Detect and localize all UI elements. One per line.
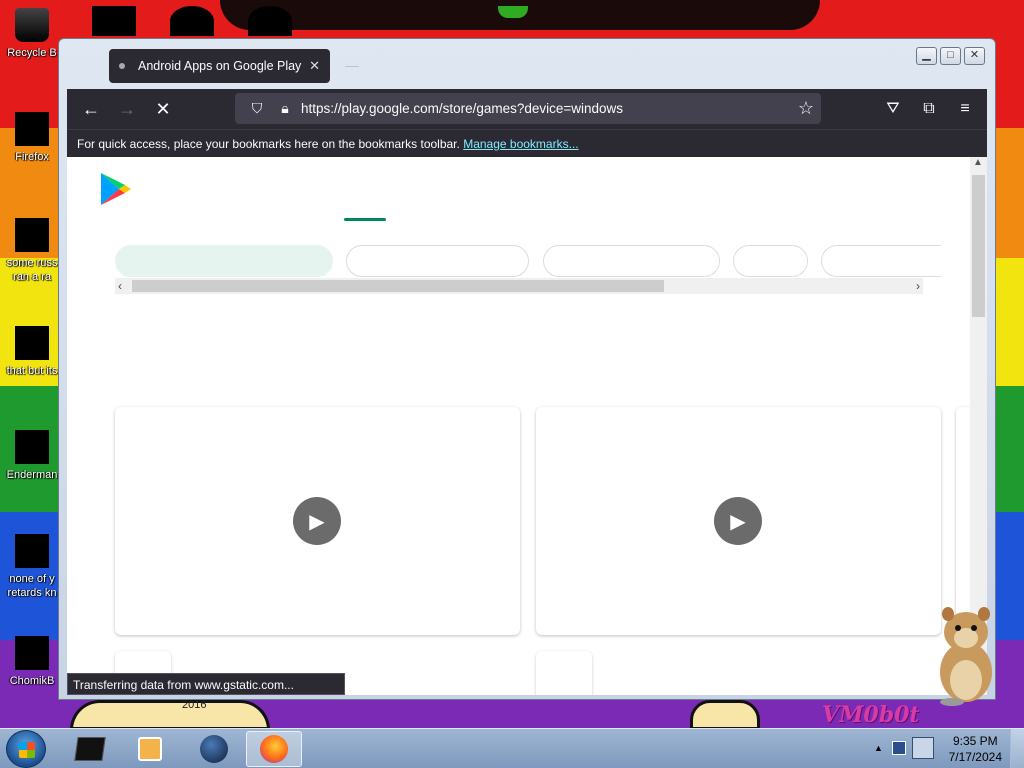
desktop-icon-label: Recycle B — [7, 47, 57, 59]
file-icon — [15, 218, 49, 252]
navigation-toolbar: ← → ✕ ⛉ 🔒︎ https://play.google.com/store… — [67, 89, 987, 129]
manage-bookmarks-link[interactable]: Manage bookmarks... — [463, 137, 578, 151]
lock-icon[interactable]: 🔒︎ — [271, 100, 299, 117]
forward-button[interactable]: → — [109, 93, 145, 125]
new-tab-button[interactable]: — — [345, 57, 359, 73]
scrollbar-thumb[interactable] — [972, 175, 985, 317]
clock-time: 9:35 PM — [952, 734, 998, 748]
category-chip[interactable] — [115, 245, 333, 277]
start-button[interactable] — [6, 730, 46, 768]
clock[interactable]: 9:35 PM 7/17/2024 — [949, 733, 1002, 765]
desktop-icon-label-line2: ran a ra — [13, 271, 51, 283]
wallpaper-watermark: VM0b0t — [822, 702, 920, 728]
firefox-icon — [260, 735, 288, 763]
back-button[interactable]: ← — [73, 93, 109, 125]
page-content: ‹ › ▶ ▶ — [67, 157, 970, 695]
scroll-up-icon[interactable]: ▲ — [973, 157, 983, 168]
tray-app-icon[interactable] — [912, 737, 934, 759]
pocket-icon[interactable]: ⛛ — [875, 93, 911, 125]
desktop-icon-label: Enderman — [6, 469, 58, 481]
toolbar-right: ⛛ ⧉ ≡ — [875, 93, 983, 125]
taskbar: ▲ 9:35 PM 7/17/2024 — [0, 728, 1024, 768]
wallpaper-doodle — [70, 700, 270, 730]
play-video-icon[interactable]: ▶ — [293, 497, 341, 545]
wallpaper-year: 2016 — [182, 699, 207, 711]
video-card-partial[interactable] — [956, 407, 970, 635]
horizontal-scrollbar[interactable]: ‹ › — [115, 278, 923, 294]
bookmark-star-icon[interactable]: ☆ — [791, 98, 821, 119]
bookmarks-hint: For quick access, place your bookmarks h… — [77, 137, 460, 151]
show-desktop-button[interactable] — [1010, 729, 1024, 768]
file-icon — [15, 636, 49, 670]
taskbar-item-firefox[interactable] — [246, 731, 302, 767]
extensions-icon[interactable]: ⧉ — [911, 93, 947, 125]
desktop-icon-that-but-its[interactable]: that but its — [2, 326, 62, 378]
desktop-icon-chomik[interactable]: ChomikB — [2, 636, 62, 688]
category-chip[interactable] — [543, 245, 720, 277]
scroll-right-icon[interactable]: › — [916, 278, 920, 294]
desktop-icon-enderman[interactable]: Enderman — [2, 430, 62, 482]
url-text[interactable]: https://play.google.com/store/games?devi… — [299, 101, 791, 116]
desktop-icon-none-of-y[interactable]: none of y retards kn — [2, 534, 62, 600]
tab-close-icon[interactable]: ✕ — [309, 58, 320, 74]
maximize-button[interactable]: □ — [940, 47, 961, 65]
desktop-icon-label: Firefox — [15, 151, 49, 163]
wallpaper-green-shape — [498, 6, 528, 18]
media-player-icon — [138, 737, 162, 761]
taskbar-item-globe[interactable] — [186, 731, 242, 767]
window-controls: ▁ □ ✕ — [916, 47, 985, 65]
browser-tab[interactable]: Android Apps on Google Play ✕ — [109, 49, 330, 83]
file-icon — [15, 326, 49, 360]
status-bar: Transferring data from www.gstatic.com..… — [67, 673, 345, 695]
desktop-icon-partial[interactable] — [92, 6, 136, 36]
firefox-icon — [15, 112, 49, 146]
desktop-icon-label: none of y — [9, 573, 55, 585]
category-chip[interactable] — [821, 245, 941, 277]
tab-title: Android Apps on Google Play — [138, 59, 302, 73]
close-button[interactable]: ✕ — [964, 47, 985, 65]
category-chip[interactable] — [733, 245, 808, 277]
stop-button[interactable]: ✕ — [145, 93, 181, 125]
desktop-icon-firefox[interactable]: Firefox — [2, 112, 62, 164]
tab-favicon-icon — [119, 63, 125, 69]
recycle-bin-icon — [15, 8, 49, 42]
system-tray: ▲ 9:35 PM 7/17/2024 — [864, 729, 1024, 768]
desktop-icon-partial[interactable] — [248, 6, 292, 36]
desktop-icon-label: that but its — [6, 365, 58, 377]
hamster-image — [940, 607, 992, 706]
bookmarks-toolbar: For quick access, place your bookmarks h… — [67, 129, 987, 157]
scrollbar-thumb[interactable] — [132, 280, 664, 292]
taskbar-item-media-player[interactable] — [122, 731, 178, 767]
desktop-icon-recycle-bin[interactable]: Recycle B — [2, 8, 62, 60]
windows-logo-icon — [19, 742, 35, 758]
minimize-button[interactable]: ▁ — [916, 47, 937, 65]
app-icon-placeholder[interactable] — [536, 651, 592, 695]
file-icon — [15, 430, 49, 464]
taskbar-item-terminal[interactable] — [62, 731, 118, 767]
desktop-icon-label: some russ — [6, 257, 58, 269]
desktop-icon-label-line2: retards kn — [7, 587, 57, 599]
network-icon[interactable] — [892, 741, 906, 755]
google-play-logo-icon[interactable] — [97, 171, 133, 207]
video-card[interactable]: ▶ — [536, 407, 941, 635]
shield-icon[interactable]: ⛉ — [243, 100, 271, 117]
desktop-icon-russ[interactable]: some russ ran a ra — [2, 218, 62, 284]
clock-date: 7/17/2024 — [948, 750, 1002, 764]
category-chip[interactable] — [346, 245, 529, 277]
active-nav-indicator — [344, 218, 386, 221]
desktop-icon-partial[interactable] — [170, 6, 214, 36]
scroll-left-icon[interactable]: ‹ — [118, 278, 122, 294]
show-hidden-icons-icon[interactable]: ▲ — [874, 743, 883, 753]
play-video-icon[interactable]: ▶ — [714, 497, 762, 545]
menu-icon[interactable]: ≡ — [947, 93, 983, 125]
address-bar[interactable]: ⛉ 🔒︎ https://play.google.com/store/games… — [235, 93, 821, 124]
browser-window: Android Apps on Google Play ✕ — ▁ □ ✕ ← … — [58, 38, 996, 700]
wallpaper-doodle — [690, 700, 760, 730]
video-card[interactable]: ▶ — [115, 407, 520, 635]
file-icon — [15, 534, 49, 568]
desktop-icon-label: ChomikB — [9, 675, 55, 687]
terminal-icon — [74, 737, 106, 761]
globe-icon — [200, 735, 228, 763]
